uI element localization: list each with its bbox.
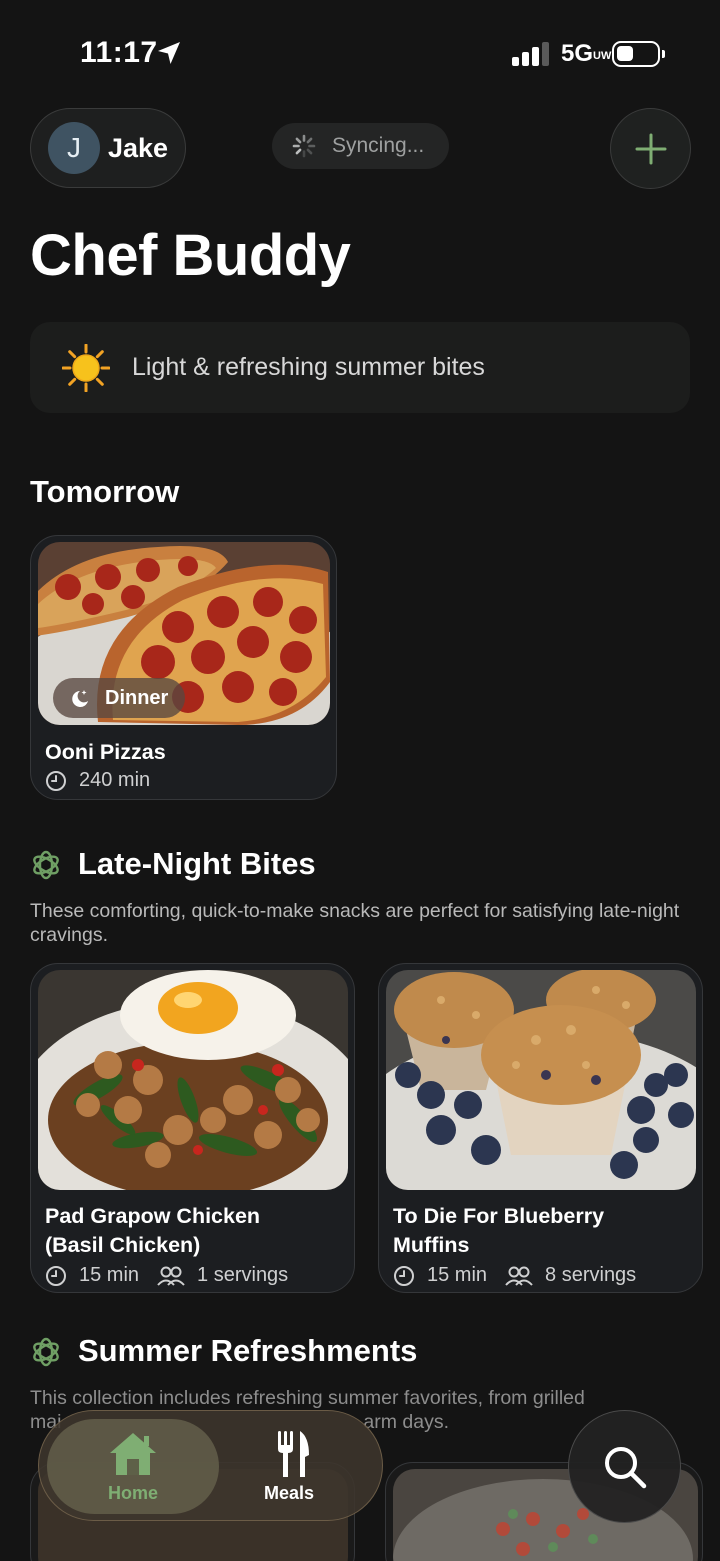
banner-text: Light & refreshing summer bites xyxy=(132,353,485,381)
recipe-image: Dinner xyxy=(38,542,330,725)
clock-icon xyxy=(46,770,66,791)
profile-name: Jake xyxy=(108,133,169,163)
tab-meals-label: Meals xyxy=(263,1483,315,1503)
bottom-tab-bar: Home Meals xyxy=(38,1410,383,1521)
sync-status-pill: Syncing... xyxy=(272,123,449,169)
meal-card-ooni-pizzas[interactable]: Dinner Ooni Pizzas 240 min xyxy=(30,535,337,800)
profile-button[interactable]: J Jake xyxy=(30,108,186,188)
meal-type-badge: Dinner xyxy=(53,678,185,718)
meal-type-label: Dinner xyxy=(105,687,169,709)
servings-icon xyxy=(505,1266,533,1286)
network-indicator: 5GUW xyxy=(561,40,612,67)
section-title-late-night-bites: Late-Night Bites xyxy=(78,846,316,881)
tab-home-label: Home xyxy=(107,1483,158,1503)
section-title-tomorrow: Tomorrow xyxy=(30,474,180,509)
recipe-card-blueberry-muffins[interactable]: To Die For Blueberry Muffins 15 min 8 se… xyxy=(378,963,703,1293)
recipe-card-pad-grapow[interactable]: Pad Grapow Chicken (Basil Chicken) 15 mi… xyxy=(30,963,355,1293)
tab-meals[interactable]: Meals xyxy=(229,1419,377,1514)
clock-icon xyxy=(46,1265,66,1286)
section-description: These comforting, quick-to-make snacks a… xyxy=(30,900,680,946)
recipe-title: Pad Grapow Chicken (Basil Chicken) xyxy=(45,1204,261,1257)
status-bar: 11:17 5GUW xyxy=(0,0,720,100)
sync-status-text: Syncing... xyxy=(332,134,425,157)
cellular-signal-icon xyxy=(512,42,549,66)
plus-icon xyxy=(635,133,667,165)
page-title: Chef Buddy xyxy=(30,223,351,288)
section-title-summer-refreshments: Summer Refreshments xyxy=(78,1333,418,1368)
avatar: J xyxy=(48,122,100,174)
servings-icon xyxy=(157,1266,185,1286)
recipe-title: Ooni Pizzas xyxy=(45,740,166,764)
collection-icon xyxy=(33,1337,59,1367)
sun-icon xyxy=(62,344,110,392)
battery-icon xyxy=(612,41,665,67)
recipe-servings: 8 servings xyxy=(545,1264,637,1286)
status-time: 11:17 xyxy=(80,36,158,69)
add-button[interactable] xyxy=(610,108,691,189)
suggestion-banner[interactable]: Light & refreshing summer bites xyxy=(30,322,690,413)
tab-home[interactable]: Home xyxy=(47,1419,219,1514)
recipe-meta: 15 min 1 servings xyxy=(45,1264,288,1287)
location-arrow-icon xyxy=(158,42,180,64)
spinner-icon xyxy=(292,134,316,158)
home-icon xyxy=(110,1433,156,1475)
search-button[interactable] xyxy=(568,1410,681,1523)
recipe-image xyxy=(38,970,348,1190)
search-icon xyxy=(605,1447,647,1489)
recipe-time: 15 min xyxy=(79,1264,140,1286)
recipe-image xyxy=(386,970,696,1190)
recipe-meta: 240 min xyxy=(45,769,150,792)
fork-knife-icon xyxy=(278,1431,309,1477)
recipe-time: 15 min xyxy=(427,1264,488,1286)
recipe-meta: 15 min 8 servings xyxy=(393,1264,636,1287)
recipe-time: 240 min xyxy=(79,769,151,791)
collection-icon xyxy=(33,850,59,880)
moon-icon xyxy=(72,690,88,707)
recipe-title: To Die For Blueberry Muffins xyxy=(393,1204,605,1257)
clock-icon xyxy=(394,1265,414,1286)
recipe-servings: 1 servings xyxy=(197,1264,289,1286)
